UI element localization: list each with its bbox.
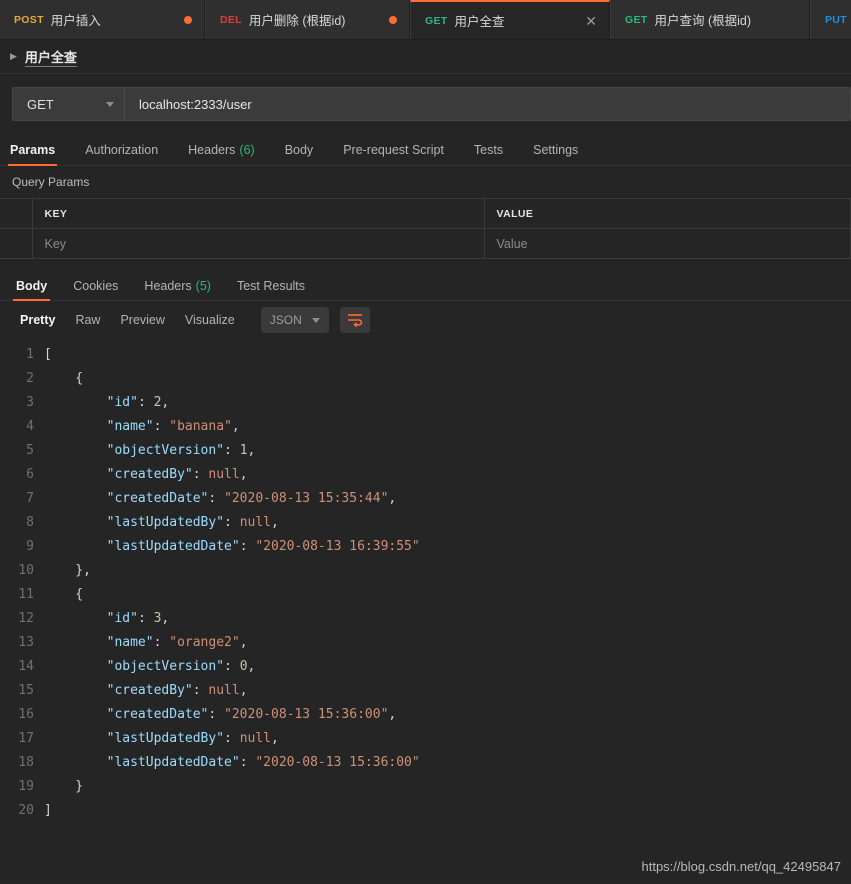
tab-count: (5) (196, 279, 211, 293)
url-bar-zone: GET localhost:2333/user (0, 74, 851, 134)
tab-title: 用户全查 (455, 11, 505, 30)
wrap-text-button[interactable] (340, 307, 370, 333)
tab-test-results[interactable]: Test Results (237, 279, 305, 300)
tab-tests[interactable]: Tests (474, 143, 503, 165)
watermark: https://blog.csdn.net/qq_42495847 (642, 859, 842, 874)
request-tab-3[interactable]: GET 用户查询 (根据id) (610, 0, 810, 39)
language-select[interactable]: JSON (261, 307, 329, 333)
tab-method-label: GET (425, 15, 448, 27)
param-key-input[interactable]: Key (32, 229, 484, 259)
url-bar: GET localhost:2333/user (12, 87, 851, 121)
tab-label: Headers (188, 143, 235, 157)
tab-body[interactable]: Body (285, 143, 314, 165)
chevron-down-icon (312, 318, 320, 323)
url-input[interactable]: localhost:2333/user (125, 88, 850, 120)
tab-params[interactable]: Params (10, 143, 55, 165)
tab-label: Test Results (237, 279, 305, 293)
tab-method-label: DEL (220, 14, 242, 26)
tab-count: (6) (239, 143, 254, 157)
http-method-value: GET (27, 97, 54, 112)
breadcrumb: ▶ 用户全查 (0, 40, 851, 74)
request-tab-1[interactable]: DEL 用户删除 (根据id) (205, 0, 410, 39)
request-tab-4[interactable]: PUT (810, 0, 851, 39)
table-row: Key Value (0, 229, 851, 259)
tab-label: Authorization (85, 143, 158, 157)
table-header-row: KEY VALUE (0, 199, 851, 229)
request-tab-bar: POST 用户插入 DEL 用户删除 (根据id) GET 用户全查 ✕ GET… (0, 0, 851, 40)
query-params-label: Query Params (0, 166, 851, 198)
wrap-text-icon (347, 313, 363, 327)
tab-method-label: GET (625, 14, 648, 26)
line-number-gutter: 1 2 3 4 5 6 7 8 9 10 11 12 13 14 15 16 1… (0, 343, 44, 823)
row-checkbox-cell[interactable] (0, 229, 32, 259)
tab-response-body[interactable]: Body (16, 279, 47, 300)
unsaved-dot-icon (184, 16, 192, 24)
tab-method-label: POST (14, 14, 44, 26)
tab-pre-request-script[interactable]: Pre-request Script (343, 143, 444, 165)
tab-label: Pre-request Script (343, 143, 444, 157)
tab-authorization[interactable]: Authorization (85, 143, 158, 165)
request-section-tabs: Params Authorization Headers (6) Body Pre… (0, 134, 851, 166)
select-all-checkbox-cell[interactable] (0, 199, 32, 229)
response-format-bar: Pretty Raw Preview Visualize JSON (0, 301, 851, 339)
language-value: JSON (270, 313, 302, 327)
tab-response-headers[interactable]: Headers (5) (144, 279, 211, 300)
tab-label: Body (285, 143, 314, 157)
request-tab-2-active[interactable]: GET 用户全查 ✕ (410, 0, 610, 39)
tab-label: Body (16, 279, 47, 293)
format-preview[interactable]: Preview (110, 308, 174, 332)
format-pretty[interactable]: Pretty (10, 308, 65, 332)
close-icon[interactable]: ✕ (567, 14, 597, 28)
tab-title: 用户删除 (根据id) (249, 10, 346, 29)
response-pane: Body Cookies Headers (5) Test Results Pre… (0, 271, 851, 823)
tab-label: Params (10, 143, 55, 157)
tab-method-label: PUT (825, 14, 847, 26)
response-section-tabs: Body Cookies Headers (5) Test Results (0, 271, 851, 301)
tab-label: Tests (474, 143, 503, 157)
code-lines[interactable]: [ { "id": 2, "name": "banana", "objectVe… (44, 343, 851, 823)
response-code-viewer: 1 2 3 4 5 6 7 8 9 10 11 12 13 14 15 16 1… (0, 339, 851, 823)
unsaved-dot-icon (389, 16, 397, 24)
tab-cookies[interactable]: Cookies (73, 279, 118, 300)
tab-title: 用户查询 (根据id) (655, 10, 752, 29)
query-params-table: KEY VALUE Key Value (0, 198, 851, 259)
http-method-select[interactable]: GET (13, 88, 125, 120)
url-value: localhost:2333/user (139, 97, 252, 112)
tab-title: 用户插入 (51, 10, 101, 29)
page-title: 用户全查 (25, 47, 77, 67)
column-header-key: KEY (32, 199, 484, 229)
chevron-down-icon (106, 102, 114, 107)
tab-headers[interactable]: Headers (6) (188, 143, 255, 165)
request-tab-0[interactable]: POST 用户插入 (0, 0, 205, 39)
param-value-input[interactable]: Value (484, 229, 851, 259)
tab-label: Cookies (73, 279, 118, 293)
tab-label: Headers (144, 279, 191, 293)
format-visualize[interactable]: Visualize (175, 308, 245, 332)
column-header-value: VALUE (484, 199, 851, 229)
expand-triangle-icon[interactable]: ▶ (10, 52, 17, 61)
format-raw[interactable]: Raw (65, 308, 110, 332)
tab-label: Settings (533, 143, 578, 157)
tab-settings[interactable]: Settings (533, 143, 578, 165)
